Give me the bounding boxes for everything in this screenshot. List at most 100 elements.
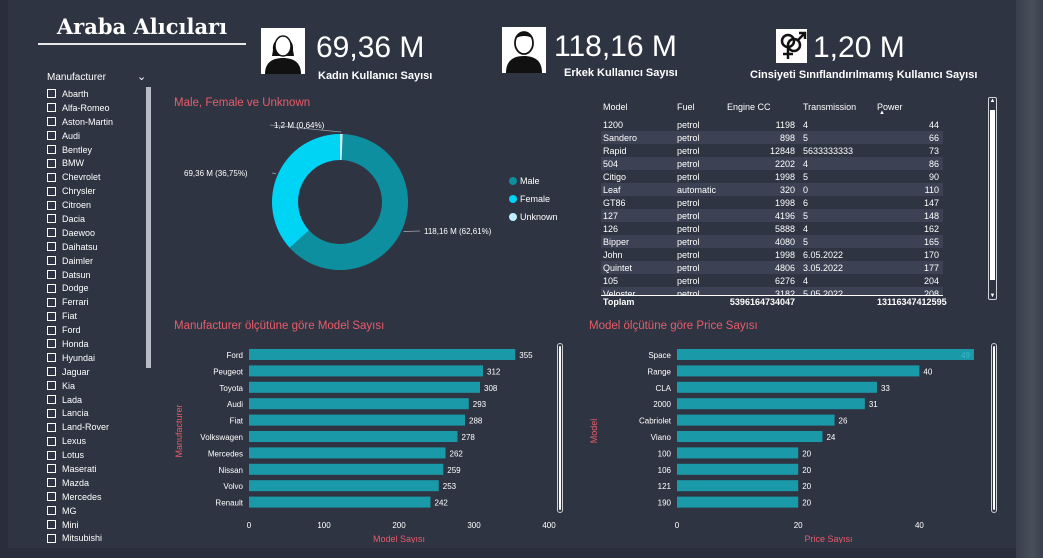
table-row[interactable]: 127 petrol 4196 5 148	[601, 209, 943, 222]
table-row[interactable]: Rapid petrol 12848 5633333333 73	[601, 144, 943, 157]
slicer-item[interactable]: Mazda	[47, 476, 147, 490]
bar[interactable]	[677, 414, 835, 426]
slicer-item[interactable]: Jaguar	[47, 365, 147, 379]
slicer-item[interactable]: Lexus	[47, 434, 147, 448]
checkbox-icon[interactable]	[47, 478, 56, 488]
scroll-up-icon[interactable]: ▲	[989, 98, 996, 104]
table-row[interactable]: John petrol 1998 6.05.2022 170	[601, 248, 943, 261]
checkbox-icon[interactable]	[47, 353, 56, 363]
legend-label[interactable]: Female	[520, 194, 550, 204]
header-model[interactable]: Model	[601, 102, 677, 112]
bar[interactable]	[677, 496, 799, 508]
bar2-scrollbar[interactable]	[991, 343, 997, 513]
slicer-item[interactable]: Chrysler	[47, 184, 147, 198]
table-row[interactable]: 1200 petrol 1198 4 44	[601, 118, 943, 131]
slicer-item[interactable]: Daihatsu	[47, 240, 147, 254]
bar[interactable]	[249, 463, 444, 475]
bar[interactable]	[249, 398, 469, 410]
slicer-item[interactable]: Citroen	[47, 198, 147, 212]
slicer-item[interactable]: Dacia	[47, 212, 147, 226]
checkbox-icon[interactable]	[47, 395, 56, 405]
checkbox-icon[interactable]	[47, 103, 56, 113]
table-row[interactable]: Leaf automatic 320 0 110	[601, 183, 943, 196]
checkbox-icon[interactable]	[47, 506, 56, 516]
table-scroll-thumb[interactable]	[990, 110, 995, 280]
slicer-scrollbar[interactable]	[146, 87, 151, 368]
checkbox-icon[interactable]	[47, 520, 56, 530]
checkbox-icon[interactable]	[47, 200, 56, 210]
checkbox-icon[interactable]	[47, 256, 56, 266]
bar[interactable]	[677, 431, 823, 442]
price-bar-chart[interactable]: Space 49 Range 40 CLA 33 2000 31 Cabriolet 26 Vian…	[585, 338, 995, 543]
table-row[interactable]: GT86 petrol 1998 6 147	[601, 196, 943, 209]
manufacturer-bar-chart[interactable]: Ford 355 Peugeot 312 Toyota 308 Audi 293 Fiat 288…	[168, 338, 568, 543]
slicer-item[interactable]: Land-Rover	[47, 420, 147, 434]
bar[interactable]	[249, 496, 431, 508]
checkbox-icon[interactable]	[47, 186, 56, 196]
bar[interactable]	[677, 398, 865, 410]
table-scrollbar[interactable]: ▲ ▼	[988, 97, 997, 300]
checkbox-icon[interactable]	[47, 422, 56, 432]
bar[interactable]	[249, 414, 465, 426]
checkbox-icon[interactable]	[47, 117, 56, 127]
checkbox-icon[interactable]	[47, 297, 56, 307]
bar[interactable]	[249, 431, 458, 442]
bar1-scroll-thumb[interactable]	[559, 346, 561, 510]
checkbox-icon[interactable]	[47, 436, 56, 446]
slicer-item[interactable]: Abarth	[47, 87, 147, 101]
bar[interactable]	[249, 349, 516, 360]
slicer-item[interactable]: Ferrari	[47, 295, 147, 309]
checkbox-icon[interactable]	[47, 408, 56, 418]
bar[interactable]	[677, 480, 799, 492]
checkbox-icon[interactable]	[47, 533, 56, 543]
slicer-item[interactable]: Daimler	[47, 254, 147, 268]
checkbox-icon[interactable]	[47, 339, 56, 349]
table-row[interactable]: Citigo petrol 1998 5 90	[601, 170, 943, 183]
bar[interactable]	[677, 381, 877, 393]
table-row[interactable]: Bipper petrol 4080 5 165	[601, 235, 943, 248]
slicer-item[interactable]: MG	[47, 504, 147, 518]
slicer-item[interactable]: Aston-Martin	[47, 115, 147, 129]
slicer-item[interactable]: Mitsubishi	[47, 532, 147, 546]
header-power[interactable]: Power ▲	[877, 102, 943, 116]
checkbox-icon[interactable]	[47, 172, 56, 182]
checkbox-icon[interactable]	[47, 214, 56, 224]
slicer-item[interactable]: Fiat	[47, 309, 147, 323]
legend-label[interactable]: Unknown	[520, 212, 558, 222]
slicer-item[interactable]: Audi	[47, 129, 147, 143]
header-fuel[interactable]: Fuel	[677, 102, 727, 112]
bar2-scroll-thumb[interactable]	[993, 346, 995, 510]
slicer-item[interactable]: Lotus	[47, 448, 147, 462]
checkbox-icon[interactable]	[47, 381, 56, 391]
checkbox-icon[interactable]	[47, 89, 56, 99]
bar[interactable]	[677, 349, 974, 360]
slicer-item[interactable]: Maserati	[47, 462, 147, 476]
header-transmission[interactable]: Transmission	[801, 102, 877, 112]
slicer-item[interactable]: Lada	[47, 393, 147, 407]
table-row[interactable]: Quintet petrol 4806 3.05.2022 177	[601, 261, 943, 274]
slicer-item[interactable]: Kia	[47, 379, 147, 393]
table-row[interactable]: Sandero petrol 898 5 66	[601, 131, 943, 144]
slicer-item[interactable]: Dodge	[47, 281, 147, 295]
slicer-item[interactable]: Lancia	[47, 406, 147, 420]
slicer-item[interactable]: Mercedes	[47, 490, 147, 504]
legend-label[interactable]: Male	[520, 176, 540, 186]
checkbox-icon[interactable]	[47, 270, 56, 280]
slicer-item[interactable]: Daewoo	[47, 226, 147, 240]
scroll-down-icon[interactable]: ▼	[989, 293, 996, 299]
table-row[interactable]: 126 petrol 5888 4 162	[601, 222, 943, 235]
checkbox-icon[interactable]	[47, 145, 56, 154]
slicer-item[interactable]: BMW	[47, 156, 147, 170]
table-row[interactable]: 504 petrol 2202 4 86	[601, 157, 943, 170]
checkbox-icon[interactable]	[47, 242, 56, 252]
checkbox-icon[interactable]	[47, 450, 56, 460]
checkbox-icon[interactable]	[47, 283, 56, 293]
checkbox-icon[interactable]	[47, 131, 56, 141]
table-row[interactable]: Veloster petrol 3182 5.05.2022 208	[601, 287, 943, 295]
checkbox-icon[interactable]	[47, 311, 56, 321]
bar[interactable]	[249, 381, 480, 393]
slicer-item[interactable]: Bentley	[47, 143, 147, 157]
bar[interactable]	[249, 447, 446, 459]
checkbox-icon[interactable]	[47, 228, 56, 238]
bar[interactable]	[677, 447, 799, 459]
